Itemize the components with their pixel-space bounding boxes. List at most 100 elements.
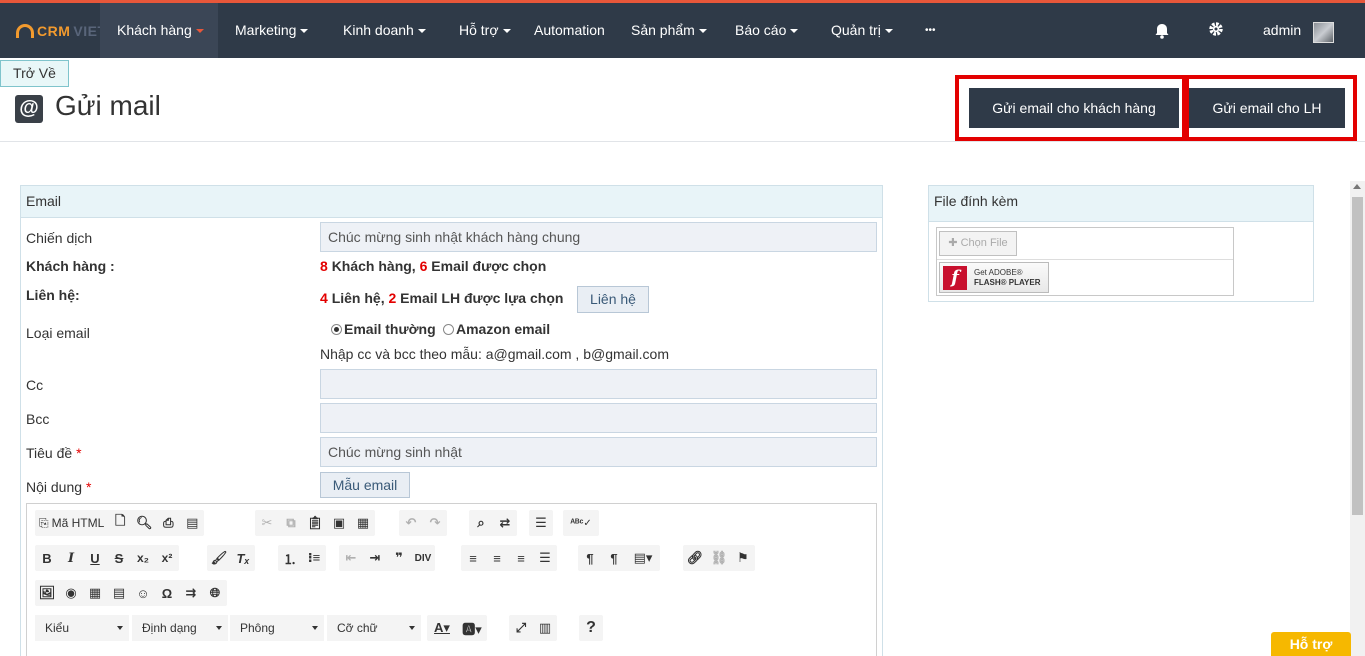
font-combo[interactable]: Phông (230, 615, 324, 641)
blockquote-icon[interactable]: ❞ (387, 546, 411, 570)
text-color-icon[interactable]: A▾ (427, 616, 457, 640)
bell-icon[interactable] (1153, 22, 1171, 40)
flash-icon[interactable]: ◉ (59, 581, 83, 605)
scroll-up-arrow-icon[interactable] (1353, 184, 1361, 189)
outdent-icon[interactable]: ⇤ (339, 546, 363, 570)
attachment-panel-title: File đính kèm (929, 186, 1313, 222)
campaign-field[interactable]: Chúc mừng sinh nhật khách hàng chung (320, 222, 877, 252)
email-type-amazon-radio[interactable]: Amazon email (443, 321, 550, 337)
special-char-icon[interactable]: Ω (155, 581, 179, 605)
choose-file-button[interactable]: ✚ Chọn File (939, 231, 1017, 256)
cc-input[interactable] (320, 369, 877, 399)
bg-color-icon[interactable]: 🅰︎▾ (457, 616, 487, 640)
table-icon[interactable]: ▦ (83, 581, 107, 605)
horizontal-rule-icon[interactable]: ▤ (107, 581, 131, 605)
underline-icon[interactable]: U (83, 546, 107, 570)
avatar[interactable] (1313, 22, 1334, 43)
nav-item-automation[interactable]: Automation (534, 3, 605, 58)
chevron-down-icon (884, 29, 893, 34)
templates-icon[interactable]: ▤ (180, 511, 204, 535)
numbered-list-icon[interactable]: ⒈ (278, 546, 302, 570)
preview-icon[interactable]: 🔍︎ (132, 511, 156, 535)
paste-word-icon[interactable]: ▦ (351, 511, 375, 535)
toolbar-group-undo: ↶ ↷ (399, 510, 447, 536)
nav-item-more[interactable]: ••• (925, 3, 936, 58)
strike-icon[interactable]: S (107, 546, 131, 570)
font-size-combo[interactable]: Cỡ chữ (327, 615, 421, 641)
source-html-button[interactable]: ⎘ Mã HTML (35, 516, 108, 531)
nav-item-reports[interactable]: Báo cáo (735, 3, 799, 58)
new-page-icon[interactable]: 🗋 (108, 511, 132, 535)
print-icon[interactable]: ⎙ (156, 511, 180, 535)
smiley-icon[interactable]: ☺ (131, 581, 155, 605)
paste-icon[interactable]: 📋︎ (303, 511, 327, 535)
bold-icon[interactable]: B (35, 546, 59, 570)
nav-item-sales[interactable]: Kinh doanh (343, 3, 426, 58)
align-justify-icon[interactable]: ☰ (533, 546, 557, 570)
gear-icon[interactable] (1207, 20, 1225, 38)
image-icon[interactable]: 🖼︎ (35, 581, 59, 605)
align-right-icon[interactable]: ≡ (509, 546, 533, 570)
create-div-icon[interactable]: DIV (411, 546, 435, 570)
show-blocks-icon[interactable]: ▥ (533, 616, 557, 640)
toolbar-group-about: ? (579, 615, 603, 641)
toolbar-group-select: ☰ (529, 510, 553, 536)
cut-icon[interactable]: ✂ (255, 511, 279, 535)
send-to-contacts-button[interactable]: Gửi email cho LH (1189, 88, 1345, 128)
scrollbar-thumb[interactable] (1352, 197, 1363, 515)
indent-icon[interactable]: ⇥ (363, 546, 387, 570)
toolbar-group-direction: ¶ ¶ ▤▾ (578, 545, 660, 571)
nav-item-customers[interactable]: Khách hàng (100, 3, 218, 58)
remove-format-icon[interactable]: Tₓ (231, 546, 255, 570)
redo-icon[interactable]: ↷ (423, 511, 447, 535)
unlink-icon[interactable]: ⛓ (707, 546, 731, 570)
replace-icon[interactable]: ⇄ (493, 511, 517, 535)
nav-item-admin[interactable]: Quản trị (831, 3, 893, 58)
ltr-icon[interactable]: ¶ (578, 546, 602, 570)
styles-combo[interactable]: Kiểu (35, 615, 129, 641)
top-nav: CRM VIET Khách hàng Marketing Kinh doanh … (0, 3, 1365, 58)
align-left-icon[interactable]: ≡ (461, 546, 485, 570)
help-question-icon[interactable]: ? (579, 616, 603, 640)
link-icon[interactable]: 🔗︎ (683, 546, 707, 570)
email-type-normal-radio[interactable]: Email thường (331, 321, 436, 337)
rtl-icon[interactable]: ¶ (602, 546, 626, 570)
select-all-icon[interactable]: ☰ (529, 511, 553, 535)
find-icon[interactable]: ⌕ (469, 511, 493, 535)
bulleted-list-icon[interactable]: ⁝≡ (302, 546, 326, 570)
help-button[interactable]: Hỗ trợ (1271, 632, 1351, 656)
subject-input[interactable]: Chúc mừng sinh nhật (320, 437, 877, 467)
contact-button[interactable]: Liên hệ (577, 286, 649, 313)
user-name[interactable]: admin (1263, 3, 1301, 58)
format-combo[interactable]: Định dạng (132, 615, 228, 641)
content-label: Nội dung * (26, 479, 92, 495)
copy-icon[interactable]: ⧉ (279, 511, 303, 535)
toolbar-group-document: ⎘ Mã HTML 🗋 🔍︎ ⎙ ▤ (35, 510, 205, 536)
header-divider (0, 141, 1365, 142)
language-dropdown-icon[interactable]: ▤▾ (626, 546, 660, 570)
copy-format-icon[interactable]: 🖌︎ (207, 546, 231, 570)
subscript-icon[interactable]: x₂ (131, 546, 155, 570)
page-break-icon[interactable]: ⇉ (179, 581, 203, 605)
maximize-icon[interactable]: ⤢ (509, 616, 533, 640)
superscript-icon[interactable]: x² (155, 546, 179, 570)
get-flash-player-badge[interactable]: f Get ADOBE® FLASH® PLAYER (939, 262, 1049, 293)
email-template-button[interactable]: Mẫu email (320, 472, 410, 498)
iframe-globe-icon[interactable]: 🌐︎ (203, 581, 227, 605)
nav-item-support[interactable]: Hỗ trợ (459, 3, 511, 58)
toolbar-group-clipboard: ✂ ⧉ 📋︎ ▣ ▦ (255, 510, 375, 536)
chevron-down-icon (698, 29, 707, 34)
italic-icon[interactable]: I (59, 546, 83, 570)
send-to-customers-button[interactable]: Gửi email cho khách hàng (969, 88, 1179, 128)
chevron-down-icon (216, 626, 222, 630)
bcc-input[interactable] (320, 403, 877, 433)
back-button[interactable]: Trở Về (0, 60, 69, 87)
undo-icon[interactable]: ↶ (399, 511, 423, 535)
align-center-icon[interactable]: ≡ (485, 546, 509, 570)
nav-item-products[interactable]: Sản phẩm (631, 3, 707, 58)
nav-item-marketing[interactable]: Marketing (235, 3, 309, 58)
crmviet-logo[interactable]: CRM VIET (16, 20, 107, 42)
spellcheck-icon[interactable]: ᴬᴮᶜ✓ (563, 511, 599, 535)
paste-text-icon[interactable]: ▣ (327, 511, 351, 535)
anchor-flag-icon[interactable]: ⚑ (731, 546, 755, 570)
